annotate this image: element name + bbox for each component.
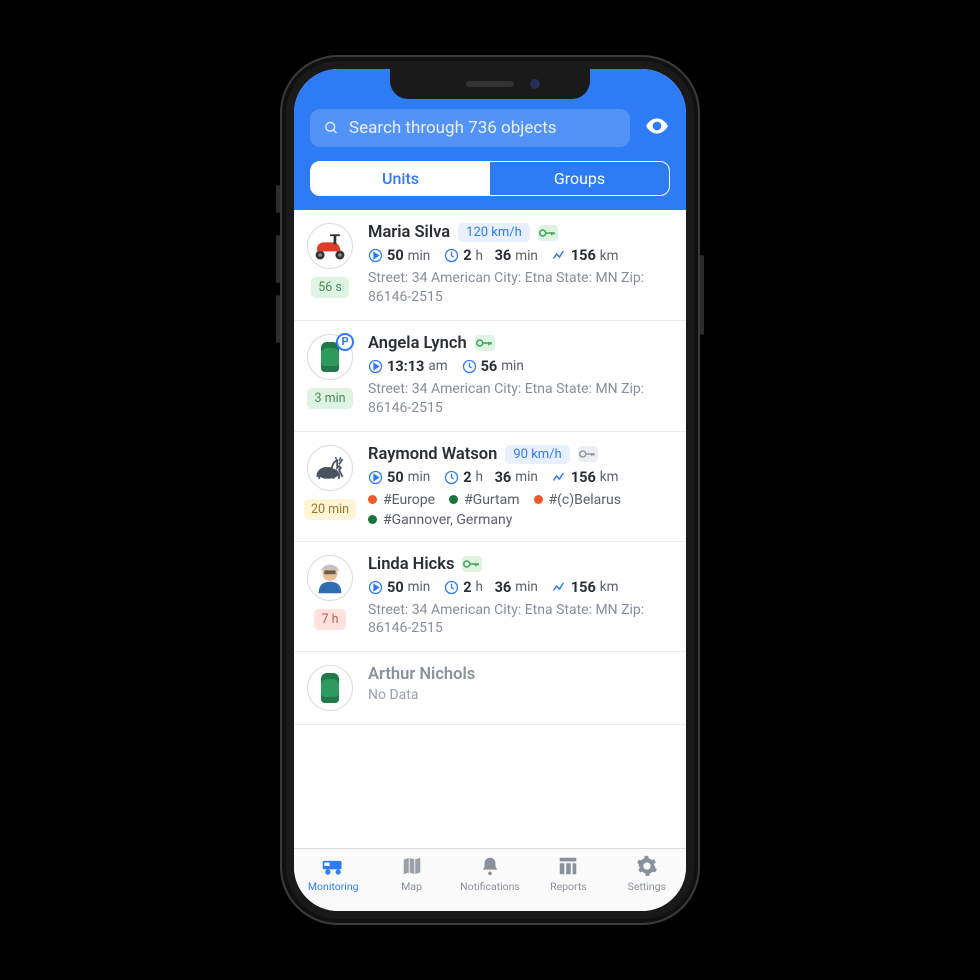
trend-icon (552, 248, 567, 263)
clock-icon (444, 248, 459, 263)
avatar (307, 223, 353, 269)
trip-stat: 50min (368, 247, 430, 264)
avatar: P (307, 334, 353, 380)
park-dur-stat: 56min (462, 358, 524, 375)
tab-monitoring[interactable]: Monitoring (294, 855, 372, 893)
trip-stat: 50min (368, 469, 430, 486)
duration-stat: 2h 36min (444, 469, 538, 486)
units-list[interactable]: 56 s Maria Silva 120 km/h 50min (294, 210, 686, 848)
no-data-label: No Data (368, 687, 672, 703)
list-item[interactable]: P 3 min Angela Lynch 13:13am (294, 321, 686, 432)
time-badge: 56 s (311, 277, 349, 298)
clock-icon (444, 470, 459, 485)
unit-name: Maria Silva (368, 223, 450, 242)
unit-name: Arthur Nichols (368, 665, 475, 684)
list-item[interactable]: 7 h Linda Hicks 50min (294, 542, 686, 653)
speed-badge: 90 km/h (505, 445, 569, 464)
key-icon (578, 446, 598, 462)
clock-icon (462, 359, 477, 374)
distance-stat: 156km (552, 579, 619, 596)
key-icon (475, 335, 495, 351)
play-icon (368, 470, 383, 485)
distance-stat: 156km (552, 247, 619, 264)
tag-dot-icon (368, 515, 377, 524)
unit-name: Angela Lynch (368, 334, 467, 353)
tab-settings[interactable]: Settings (608, 855, 686, 893)
time-badge: 3 min (307, 388, 352, 409)
play-icon (368, 580, 383, 595)
tag-dot-icon (534, 495, 543, 504)
parking-badge-icon: P (336, 333, 354, 351)
tab-bar: Monitoring Map Notifications Reports Set… (294, 848, 686, 911)
trip-stat: 50min (368, 579, 430, 596)
tab-units[interactable]: Units (311, 162, 490, 195)
play-icon (368, 359, 383, 374)
unit-name: Linda Hicks (368, 555, 454, 574)
speed-badge: 120 km/h (458, 223, 530, 242)
play-icon (368, 248, 383, 263)
trend-icon (552, 580, 567, 595)
search-icon (324, 121, 339, 136)
list-item[interactable]: 20 min Raymond Watson 90 km/h 50min (294, 432, 686, 542)
tab-groups[interactable]: Groups (490, 162, 669, 195)
clock-icon (444, 580, 459, 595)
address: Street: 34 American City: Etna State: MN… (368, 269, 672, 307)
time-badge: 7 h (314, 609, 345, 630)
duration-stat: 2h 36min (444, 247, 538, 264)
address: Street: 34 American City: Etna State: MN… (368, 380, 672, 418)
address: Street: 34 American City: Etna State: MN… (368, 601, 672, 639)
distance-stat: 156km (552, 469, 619, 486)
tag-dot-icon (368, 495, 377, 504)
avatar (307, 665, 353, 711)
key-icon (462, 556, 482, 572)
trend-icon (552, 470, 567, 485)
list-item[interactable]: 56 s Maria Silva 120 km/h 50min (294, 210, 686, 321)
segmented-control: Units Groups (310, 161, 670, 196)
time-badge: 20 min (304, 499, 356, 520)
avatar (307, 445, 353, 491)
park-time-stat: 13:13am (368, 358, 448, 375)
tab-notifications[interactable]: Notifications (451, 855, 529, 893)
tags: #Europe #Gurtam #(c)Belarus #Gannover, G… (368, 492, 672, 528)
list-item[interactable]: Arthur Nichols No Data (294, 652, 686, 725)
search-input[interactable]: Search through 736 objects (310, 109, 630, 147)
visibility-icon[interactable] (644, 113, 670, 143)
duration-stat: 2h 36min (444, 579, 538, 596)
unit-name: Raymond Watson (368, 445, 497, 464)
tab-reports[interactable]: Reports (529, 855, 607, 893)
tab-map[interactable]: Map (372, 855, 450, 893)
tag-dot-icon (449, 495, 458, 504)
search-placeholder: Search through 736 objects (349, 118, 557, 138)
avatar (307, 555, 353, 601)
phone-frame: Search through 736 objects Units Groups … (280, 55, 700, 925)
key-icon (538, 225, 558, 241)
